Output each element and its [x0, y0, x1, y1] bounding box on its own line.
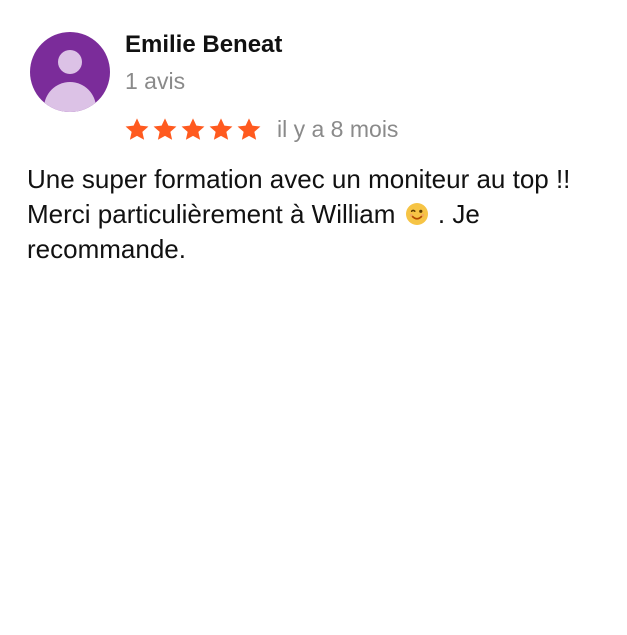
author-name[interactable]: Emilie Beneat	[125, 31, 282, 59]
winking-face-icon	[405, 202, 429, 226]
review-text: Une super formation avec un moniteur au …	[27, 162, 612, 267]
star-icon	[179, 116, 207, 144]
avatar[interactable]	[30, 32, 110, 112]
star-icon	[123, 116, 151, 144]
avatar-body	[44, 82, 96, 112]
star-rating	[123, 113, 263, 147]
star-icon	[235, 116, 263, 144]
star-icon	[151, 116, 179, 144]
review-count: 1 avis	[125, 68, 186, 94]
review-time-ago: il y a 8 mois	[277, 116, 399, 142]
star-icon	[207, 116, 235, 144]
avatar-head	[58, 50, 82, 74]
review-text-part-1: Une super formation avec un moniteur au …	[27, 164, 571, 229]
review-card: Emilie Beneat 1 avis il y a 8 mois Une s…	[0, 0, 627, 635]
